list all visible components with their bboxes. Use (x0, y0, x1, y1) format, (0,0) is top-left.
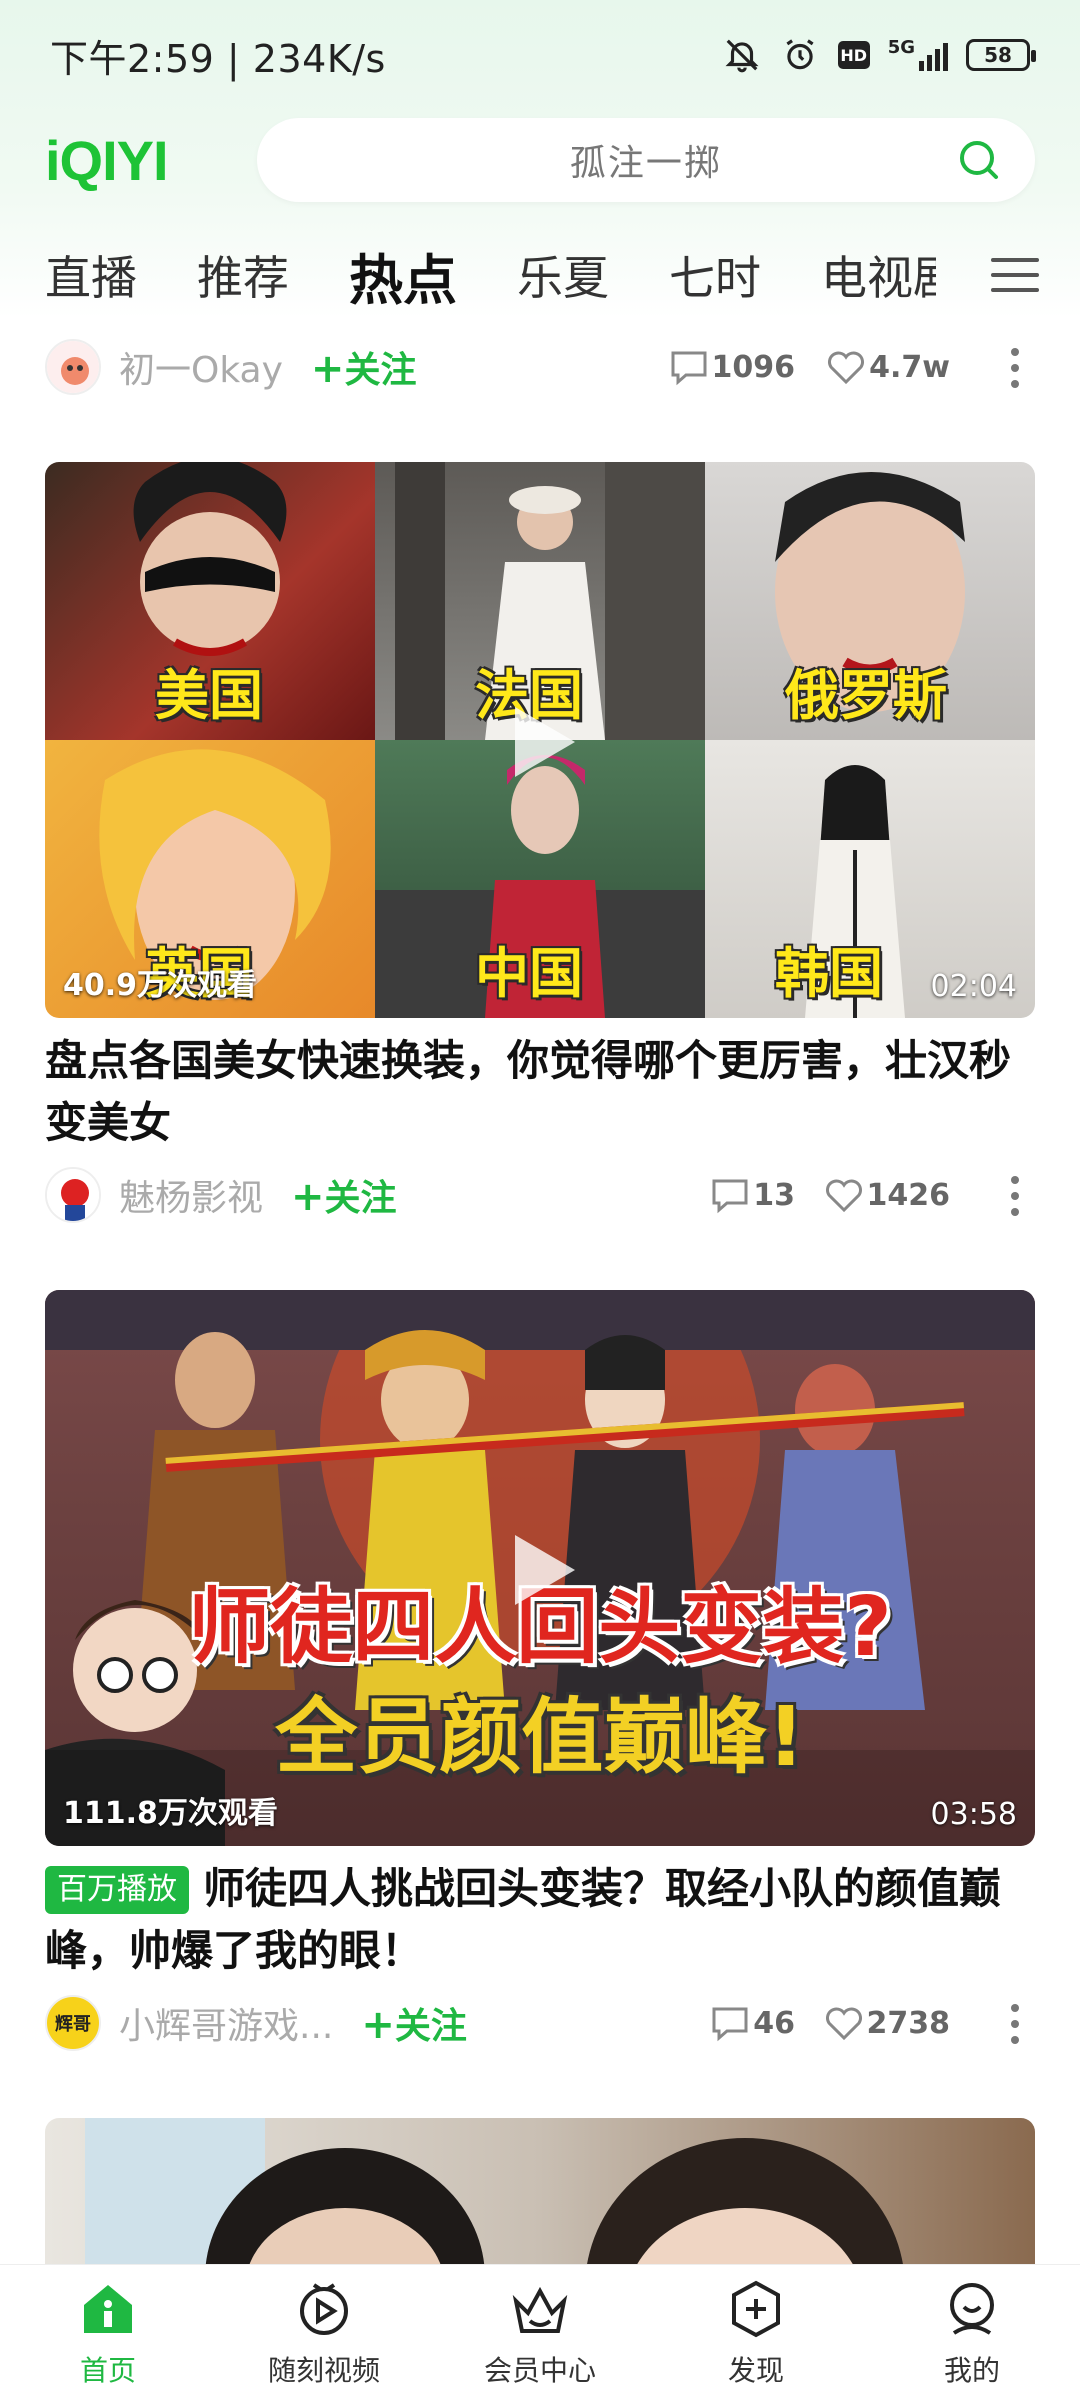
follow-button[interactable]: +关注 (291, 1169, 397, 1221)
collage-cell: 美国 (45, 462, 375, 740)
heart-icon (825, 1179, 862, 1213)
home-icon (84, 2285, 132, 2333)
collage-label: 美国 (155, 664, 263, 727)
status-icons: HD 5G 58 (722, 35, 1036, 75)
more-icon[interactable] (1003, 2000, 1027, 2048)
comment-icon (712, 1179, 748, 1214)
iqiyi-logo[interactable]: iQIYI (45, 128, 215, 193)
play-icon[interactable] (510, 1530, 580, 1610)
video-thumbnail[interactable]: 美国 法国 俄罗斯 英国 中国 韩国 40.9万次观看 02:04 (45, 462, 1035, 1018)
battery-icon: 58 (966, 39, 1036, 71)
hd-badge: HD (837, 41, 870, 69)
play-icon[interactable] (510, 702, 580, 782)
play-circle-icon (300, 2283, 348, 2335)
status-time-speed: 下午2:59 | 234K/s (50, 36, 386, 81)
tab-live[interactable]: 直播 (45, 242, 137, 308)
video-duration: 02:04 (930, 969, 1017, 1004)
comment-count[interactable]: 13 (709, 1174, 795, 1216)
search-placeholder: 孤注一掷 (569, 143, 722, 184)
video-thumbnail[interactable] (45, 2118, 1035, 2268)
bottom-navigation: 首页 随刻视频 会员中心 发现 我的 (0, 2264, 1080, 2400)
video-duration: 03:58 (930, 1797, 1017, 1832)
feed-item-meta: 辉哥 小辉哥游戏... +关注 46 2738 (45, 1988, 1035, 2058)
collage-label: 中国 (475, 942, 583, 1005)
like-count[interactable]: 4.7w (825, 346, 950, 388)
follow-button[interactable]: +关注 (311, 341, 417, 393)
comment-count[interactable]: 46 (709, 2002, 795, 2044)
mute-bell-icon (722, 35, 762, 75)
add-hexagon-icon (732, 2280, 780, 2338)
tab-recommend[interactable]: 推荐 (197, 242, 289, 308)
collage-cell: 法国 (375, 462, 705, 740)
nav-vip-center[interactable]: 会员中心 (432, 2277, 648, 2389)
tab-seven[interactable]: 七时 (669, 242, 761, 308)
tab-summer[interactable]: 乐夏 (517, 242, 609, 308)
heart-icon (825, 2007, 862, 2041)
author-name[interactable]: 初一Okay (119, 341, 283, 393)
menu-icon[interactable] (990, 250, 1040, 300)
status-bar: 下午2:59 | 234K/s HD 5G 58 (0, 0, 1080, 110)
comment-icon (712, 2007, 748, 2042)
follow-button[interactable]: +关注 (361, 1997, 467, 2049)
view-count: 40.9万次观看 (63, 968, 258, 1003)
nav-moments-video[interactable]: 随刻视频 (216, 2277, 432, 2389)
nav-mine[interactable]: 我的 (864, 2277, 1080, 2389)
video-title[interactable]: 盘点各国美女快速换装，你觉得哪个更厉害，壮汉秒变美女 (45, 1030, 1035, 1154)
collage-label: 俄罗斯 (785, 664, 947, 727)
category-tabs: 直播 推荐 热点 乐夏 七时 电视剧 (0, 232, 1080, 318)
thumbnail-subheadline: 全员颜值巅峰! (275, 1690, 805, 1785)
heart-icon (828, 351, 865, 385)
feed-item-meta: 初一Okay +关注 1096 4.7w (45, 332, 1035, 402)
crown-basket-icon (512, 2286, 568, 2333)
nav-home[interactable]: 首页 (0, 2277, 216, 2389)
app-header: iQIYI 孤注一掷 (0, 115, 1080, 205)
signal-icon: 5G (888, 39, 948, 71)
collage-label: 韩国 (775, 942, 883, 1005)
avatar[interactable]: 辉哥 (45, 1995, 101, 2051)
avatar[interactable] (45, 339, 101, 395)
like-count[interactable]: 2738 (823, 2002, 950, 2044)
video-title[interactable]: 百万播放 师徒四人挑战回头变装？取经小队的颜值巅峰，帅爆了我的眼！ (45, 1858, 1035, 1982)
tab-tv-series[interactable]: 电视剧 (821, 242, 936, 308)
comment-icon (671, 351, 706, 386)
author-name[interactable]: 小辉哥游戏... (119, 1997, 333, 2049)
tab-hot[interactable]: 热点 (349, 236, 457, 315)
feed-item-meta: 魅杨影视 +关注 13 1426 (45, 1160, 1035, 1230)
author-name[interactable]: 魅杨影视 (119, 1169, 263, 1221)
more-icon[interactable] (1003, 1172, 1027, 1220)
comment-count[interactable]: 1096 (668, 346, 795, 388)
search-input[interactable]: 孤注一掷 (256, 118, 1035, 202)
search-icon[interactable] (957, 138, 1001, 182)
nav-discover[interactable]: 发现 (648, 2277, 864, 2389)
video-thumbnail[interactable]: 师徒四人回头变装? 全员颜值巅峰! 111.8万次观看 03:58 (45, 1290, 1035, 1846)
profile-face-icon (950, 2283, 994, 2335)
like-count[interactable]: 1426 (823, 1174, 950, 1216)
alarm-icon (780, 35, 820, 75)
more-icon[interactable] (1003, 344, 1027, 392)
collage-cell: 俄罗斯 (705, 462, 1035, 740)
million-plays-badge: 百万播放 (45, 1866, 189, 1914)
view-count: 111.8万次观看 (63, 1796, 278, 1831)
avatar[interactable] (45, 1167, 101, 1223)
